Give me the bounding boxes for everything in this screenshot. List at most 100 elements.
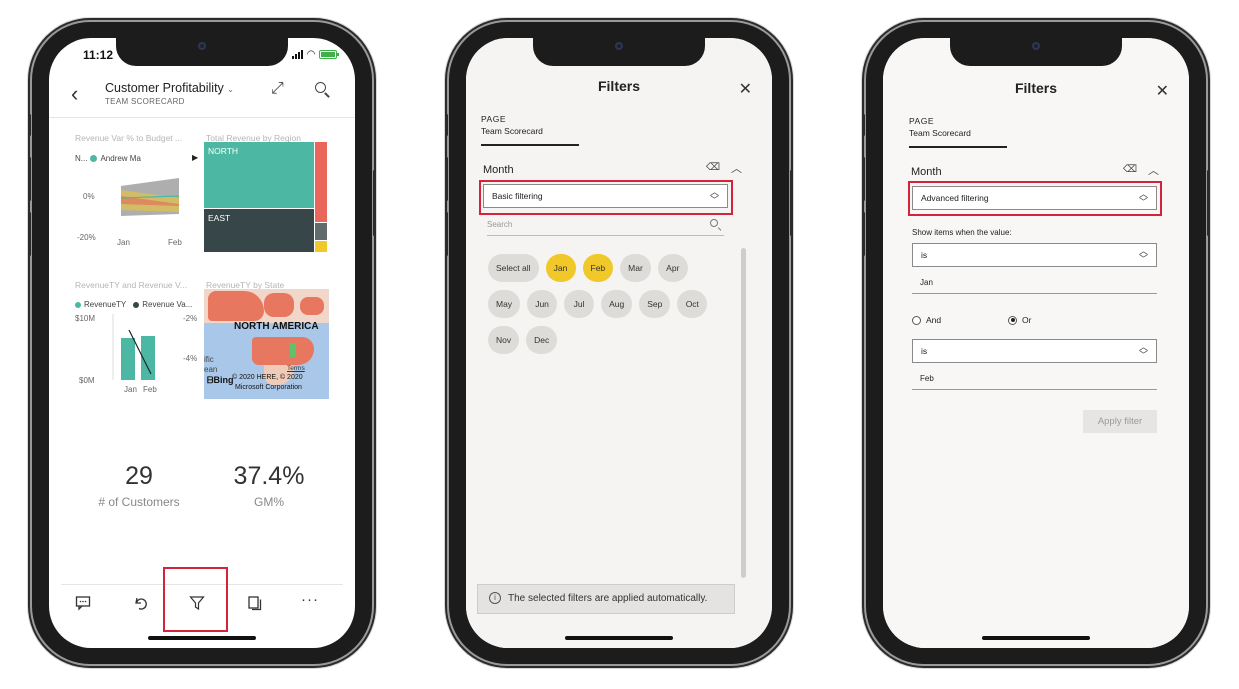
treemap-cell-red[interactable] [315,142,327,222]
search-icon [710,219,718,227]
x-tick-feb-2: Feb [143,385,157,394]
chip-apr[interactable]: Apr [657,254,688,282]
filters-title: Filters [1014,80,1057,96]
comment-icon[interactable] [75,595,91,615]
chip-may[interactable]: May [488,290,521,318]
radio-and-label: And [926,315,942,325]
filter-type-highlight [479,180,733,215]
camera-icon [198,42,206,50]
scrollbar[interactable] [741,248,746,578]
camera-icon [1032,42,1040,50]
condition1-value-input[interactable]: Jan [912,278,1157,294]
chip-jul[interactable]: Jul [564,290,595,318]
back-arrow-icon[interactable]: ‹ [71,81,78,107]
map-terms-link[interactable]: Terms [287,365,305,372]
report-screen: 11:12 ◠ ‹ Customer Profitability ⌄ TEAM … [49,38,355,648]
undo-icon[interactable] [133,595,149,615]
clear-filter-icon[interactable]: ⌫ [706,162,720,173]
revenuety-chart [112,314,155,380]
up-down-chevron-icon: ︿ ﹀ [1138,246,1148,264]
notch [116,38,288,66]
chip-jan[interactable]: Jan [545,254,576,282]
condition2-operator-value: is [921,346,928,356]
x-tick-jan-2: Jan [124,385,137,394]
y-tick-0m: $0M [79,376,95,385]
up-down-chevron-icon: ︿ ﹀ [1138,342,1148,360]
clear-filter-icon[interactable]: ⌫ [1123,164,1137,175]
radio-or-label: Or [1022,315,1032,325]
kpi-value: 29 [125,462,153,490]
close-icon[interactable]: ✕ [1156,81,1169,101]
chevron-down-icon: ⌄ [227,85,234,94]
filter-button-highlight [163,567,228,632]
legend-label-name: Andrew Ma [100,154,141,163]
region-treemap[interactable]: NORTH EAST [204,142,329,252]
treemap-cell-grey[interactable] [315,223,327,240]
kpi-gm[interactable]: 37.4% GM% [214,462,324,509]
status-time: 11:12 [83,48,114,62]
search-input[interactable]: Search [487,219,724,236]
map-label: NORTH AMERICA [234,321,319,332]
apply-filter-button[interactable]: Apply filter [1083,410,1157,433]
home-indicator[interactable] [148,636,256,640]
kpi-customers[interactable]: 29 # of Customers [89,462,189,509]
radio-and-circle [912,315,921,325]
legend-dot-dark [133,301,140,308]
collapse-icon[interactable]: ︿ [1148,162,1159,178]
page-name[interactable]: Team Scorecard [481,126,543,136]
chip-feb[interactable]: Feb [582,254,614,282]
kpi-label: # of Customers [98,495,180,509]
page-tab-underline [909,146,1007,148]
show-items-label: Show items when the value: [912,228,1012,237]
treemap-north[interactable]: NORTH [204,142,314,208]
treemap-east[interactable]: EAST [204,209,314,252]
expand-icon[interactable]: ⤢ [271,80,284,98]
treemap-cell-yellow[interactable] [315,241,327,252]
condition1-operator-select[interactable]: is ︿ ﹀ [912,243,1157,267]
radio-or-circle [1008,315,1017,325]
condition2-value-input[interactable]: Feb [912,374,1157,390]
condition2-operator-select[interactable]: is ︿ ﹀ [912,339,1157,363]
home-indicator[interactable] [565,636,673,640]
radio-and[interactable]: And [912,315,941,325]
home-indicator[interactable] [982,636,1090,640]
chip-aug[interactable]: Aug [601,290,633,318]
auto-apply-notice: i The selected filters are applied autom… [477,584,735,614]
chip-nov[interactable]: Nov [488,326,520,354]
chip-select-all[interactable]: Select all [488,254,539,282]
chip-jun[interactable]: Jun [527,290,558,318]
close-icon[interactable]: ✕ [739,79,752,99]
radio-or[interactable]: Or [1008,315,1031,325]
notice-text: The selected filters are applied automat… [508,593,708,604]
phone-report: 11:12 ◠ ‹ Customer Profitability ⌄ TEAM … [28,22,376,664]
legend-dot-teal [75,301,81,308]
pages-icon[interactable] [247,595,263,615]
legend-next-icon[interactable]: ▶ [192,153,198,162]
chip-mar[interactable]: Mar [620,254,651,282]
notch [533,38,705,66]
page-label: PAGE [909,116,934,126]
screenshot-stage: 11:12 ◠ ‹ Customer Profitability ⌄ TEAM … [0,0,1239,689]
filters-pane: Filters ✕ PAGE Team Scorecard Month ⌫ ︿ … [883,38,1189,648]
search-icon[interactable] [315,82,326,93]
report-title[interactable]: Customer Profitability ⌄ [105,81,234,95]
notch [950,38,1122,66]
revenue-var-legend: N... Andrew Ma [75,154,141,163]
more-options-icon[interactable]: ··· [301,591,319,608]
y-tick-neg20: -20% [77,233,96,242]
collapse-icon[interactable]: ︿ [731,160,742,176]
kpi-value: 37.4% [233,462,305,490]
tile-title-revenuety: RevenueTY and Revenue V... [75,280,187,290]
legend-label-n: N... [75,154,88,163]
tile-title-revenue-var: Revenue Var % to Budget ... [75,133,183,143]
chip-oct[interactable]: Oct [677,290,708,318]
bing-logo: ᗷBing [207,375,234,386]
filters-title: Filters [597,78,640,94]
page-name[interactable]: Team Scorecard [909,128,971,138]
report-header: ‹ Customer Profitability ⌄ TEAM SCORECAR… [49,76,355,118]
chip-sep[interactable]: Sep [639,290,671,318]
basic-filter-screen: Filters ✕ PAGE Team Scorecard Month ⌫ ︿ … [466,38,772,648]
state-map[interactable]: NORTH AMERICA ific ean Terms ᗷBing © 202… [204,289,329,399]
chip-dec[interactable]: Dec [526,326,558,354]
filter-type-highlight [908,181,1162,216]
